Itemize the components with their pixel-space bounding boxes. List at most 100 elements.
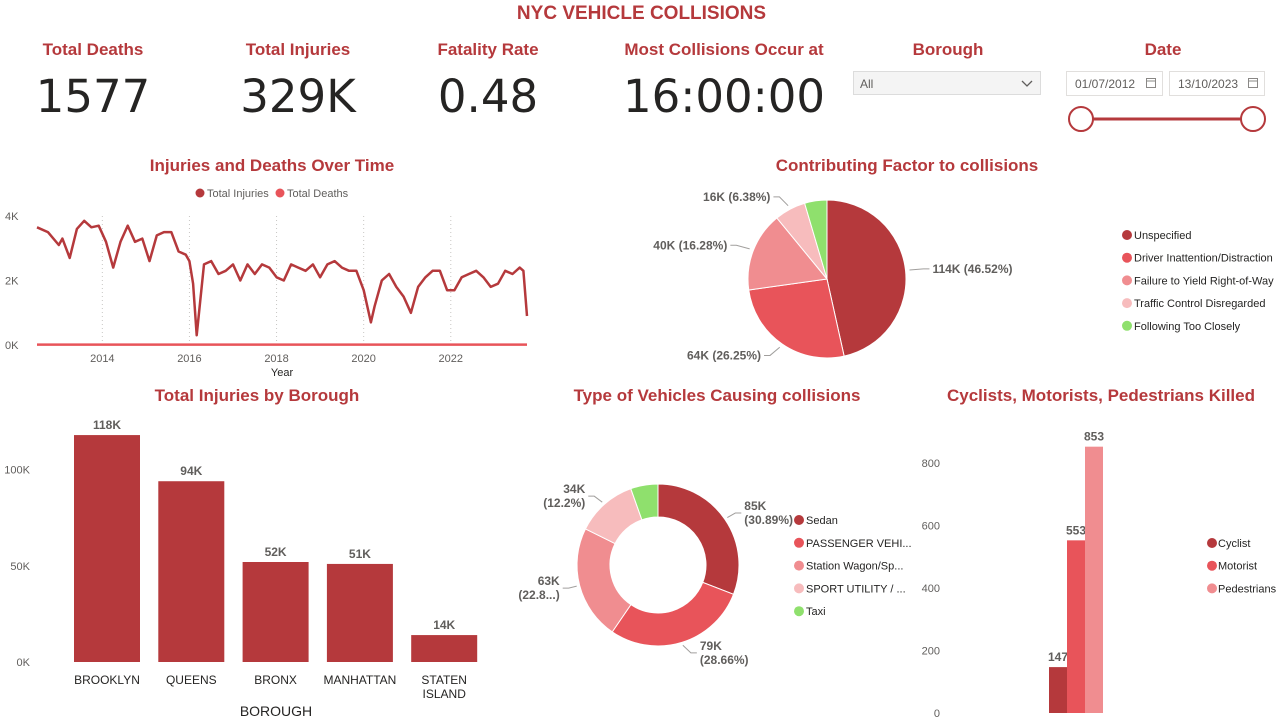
chart-title: Type of Vehicles Causing collisions <box>574 386 861 405</box>
chart-title: Injuries and Deaths Over Time <box>150 156 394 175</box>
borough-filter-label: Borough <box>912 40 984 59</box>
card-total-injuries: Total Injuries 329K <box>203 40 393 123</box>
borough-dropdown[interactable]: All <box>853 71 1041 95</box>
x-axis-title: Year <box>271 367 294 379</box>
legend-marker <box>794 606 804 617</box>
legend-label: Total Deaths <box>287 188 349 200</box>
legend-marker <box>1122 298 1132 309</box>
legend-marker <box>1122 275 1132 286</box>
y-tick-label: 100K <box>4 465 30 477</box>
legend-label: SPORT UTILITY / ... <box>806 583 906 595</box>
slider-handle-start[interactable] <box>1068 106 1094 132</box>
bar-motorist <box>1067 540 1085 713</box>
legend-marker <box>1207 538 1217 548</box>
leader-line <box>730 244 750 250</box>
x-tick-label: STATEN <box>421 673 467 687</box>
card-label: Fatality Rate <box>437 40 539 59</box>
card-most-collisions: Most Collisions Occur at 16:00:00 <box>608 40 840 123</box>
data-label: 34K <box>563 482 585 496</box>
data-label: 94K <box>180 464 202 478</box>
chart-title: Contributing Factor to collisions <box>776 156 1039 175</box>
card-label: Most Collisions Occur at <box>624 40 824 59</box>
legend-label: Pedestrians <box>1218 583 1277 595</box>
date-range-slider[interactable] <box>1063 103 1268 135</box>
y-tick-label: 800 <box>922 458 940 470</box>
y-tick-label: 2K <box>5 276 19 288</box>
data-label: 64K (26.25%) <box>687 348 761 362</box>
x-tick-label: BRONX <box>254 673 297 687</box>
data-label: 14K <box>433 618 455 632</box>
data-label: (30.89%) <box>744 513 793 527</box>
card-label: Total Injuries <box>245 40 351 59</box>
bar-cyclist <box>1049 667 1067 713</box>
data-label: (12.2%) <box>543 496 585 510</box>
legend-label: Following Too Closely <box>1134 321 1241 333</box>
legend-label: Unspecified <box>1134 230 1191 242</box>
bar-brooklyn <box>74 435 140 662</box>
dashboard-title: NYC VEHICLE COLLISIONS <box>516 3 767 24</box>
legend-label: Station Wagon/Sp... <box>806 561 903 573</box>
leader-line <box>727 512 742 518</box>
calendar-icon[interactable] <box>1248 77 1258 88</box>
legend-label: Sedan <box>806 515 838 527</box>
data-label: 52K <box>265 545 287 559</box>
card-value: 0.48 <box>437 70 539 123</box>
legend-label: Taxi <box>806 606 826 618</box>
y-tick-label: 400 <box>922 583 940 595</box>
leader-line <box>773 196 789 207</box>
legend-marker <box>794 537 804 548</box>
calendar-icon[interactable] <box>1146 77 1156 88</box>
bar-queens <box>158 481 225 662</box>
data-label: 79K <box>700 639 722 653</box>
card-value: 329K <box>240 70 356 123</box>
borough-dropdown-value: All <box>860 77 874 91</box>
injuries-deaths-line-chart: Injuries and Deaths Over Time Total Injur… <box>5 156 529 379</box>
data-label: 553 <box>1066 523 1086 537</box>
bar-staten-island <box>411 635 478 662</box>
card-total-deaths: Total Deaths 1577 <box>8 40 178 123</box>
leader-line <box>909 268 930 271</box>
y-tick-label: 0K <box>17 657 31 669</box>
legend-marker <box>1207 583 1217 594</box>
contributing-factor-pie-chart: Contributing Factor to collisions 114K (4… <box>653 156 1274 362</box>
date-start-value: 01/07/2012 <box>1075 77 1136 91</box>
data-label: 85K <box>744 499 766 513</box>
chart-title: Total Injuries by Borough <box>155 386 360 405</box>
date-end-value: 13/10/2023 <box>1178 77 1239 91</box>
date-filter-label: Date <box>1144 40 1182 59</box>
date-end-input[interactable]: 13/10/2023 <box>1169 71 1265 96</box>
x-axis-title: BOROUGH <box>240 703 312 719</box>
x-tick-label: ISLAND <box>423 687 467 701</box>
data-label: (28.66%) <box>700 653 749 667</box>
card-value: 1577 <box>35 70 151 123</box>
legend-label: PASSENGER VEHI... <box>806 538 912 550</box>
legend-label: Motorist <box>1218 561 1257 573</box>
donut-slice <box>576 528 632 633</box>
data-label: 118K <box>93 418 121 432</box>
legend-marker <box>794 515 804 525</box>
chart-title: Cyclists, Motorists, Pedestrians Killed <box>947 386 1255 405</box>
y-tick-label: 0 <box>934 708 940 720</box>
slider-handle-end[interactable] <box>1240 106 1266 132</box>
legend-marker <box>195 188 205 198</box>
leader-line <box>588 495 603 503</box>
y-tick-label: 200 <box>922 646 940 658</box>
legend-marker <box>1122 320 1132 331</box>
legend-label: Failure to Yield Right-of-Way <box>1134 275 1274 287</box>
data-label: 114K (46.52%) <box>932 262 1012 276</box>
legend-marker <box>1122 252 1132 263</box>
data-label: 40K (16.28%) <box>653 238 727 252</box>
x-tick-label: 2014 <box>90 353 114 365</box>
data-label: (22.8...) <box>518 588 559 602</box>
bar-bronx <box>242 562 309 662</box>
y-tick-label: 4K <box>5 211 19 223</box>
series-line-total-injuries <box>36 219 529 337</box>
card-value: 16:00:00 <box>622 70 826 123</box>
date-start-input[interactable]: 01/07/2012 <box>1066 71 1163 96</box>
x-tick-label: 2018 <box>264 353 288 365</box>
borough-bar-chart: Total Injuries by Borough 0K 50K 100K 118K BR… <box>4 386 478 719</box>
bar-pedestrians <box>1085 446 1103 713</box>
vehicle-donut-chart: Type of Vehicles Causing collisions 85K(3… <box>518 386 912 667</box>
legend-label: Traffic Control Disregarded <box>1134 298 1265 310</box>
data-label: 51K <box>349 547 371 561</box>
